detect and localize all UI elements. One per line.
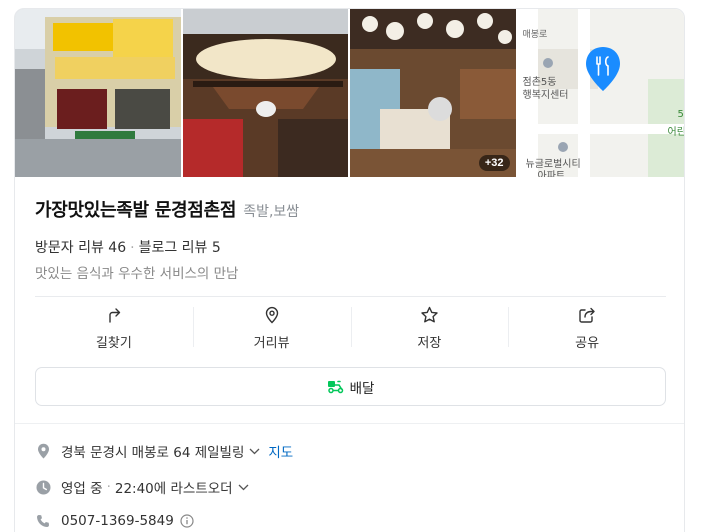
map-label-num: 5 (677, 109, 684, 120)
share-button[interactable]: 공유 (508, 297, 666, 357)
visitor-review-link[interactable]: 방문자 리뷰 46 (35, 240, 126, 256)
review-summary: 방문자 리뷰 46 · 블로그 리뷰 5 (35, 237, 221, 257)
last-order-text[interactable]: 22:40에 라스트오더 (115, 477, 233, 497)
street-view-label: 거리뷰 (253, 335, 290, 351)
share-label: 공유 (575, 335, 600, 351)
map-label-office2: 행복지센터 (522, 90, 569, 101)
separator-dot: · (130, 240, 135, 256)
title-row: 가장맛있는족발 문경점촌점 족발,보쌈 (35, 196, 299, 222)
phone-icon (35, 513, 51, 529)
directions-label: 길찾기 (95, 335, 132, 351)
phone-row: 0507-1369-5849 (35, 513, 194, 529)
separator-dot: · (106, 479, 111, 495)
hours-row: 영업 중 · 22:40에 라스트오더 (35, 477, 249, 497)
save-label: 저장 (417, 335, 442, 351)
photo-storefront[interactable] (15, 9, 181, 177)
delivery-scooter-icon (327, 379, 344, 394)
place-name[interactable]: 가장맛있는족발 문경점촌점 (35, 200, 236, 221)
phone-number[interactable]: 0507-1369-5849 (61, 513, 174, 529)
location-icon (35, 443, 51, 459)
blog-review-link[interactable]: 블로그 리뷰 5 (139, 240, 221, 256)
location-pin-icon (263, 304, 281, 326)
map-thumbnail[interactable]: 매봉로 점촌5동 행복지센터 뉴글로벌시티 아파트 5 어린 (517, 9, 685, 177)
share-icon (578, 304, 596, 326)
delivery-button[interactable]: 배달 (35, 367, 666, 406)
clock-icon (35, 479, 51, 495)
address-text[interactable]: 경북 문경시 매봉로 64 제일빌링 (61, 441, 244, 461)
place-category: 족발,보쌈 (243, 204, 300, 220)
map-label-road: 매봉로 (522, 30, 548, 40)
directions-button[interactable]: 길찾기 (35, 297, 193, 357)
map-pin-icon[interactable] (584, 45, 622, 93)
directions-icon (105, 304, 123, 326)
map-label-child: 어린 (667, 127, 685, 138)
save-button[interactable]: 저장 (350, 297, 509, 357)
photo-interior[interactable]: +32 (350, 9, 516, 177)
chevron-down-icon[interactable] (249, 448, 260, 455)
address-row: 경북 문경시 매봉로 64 제일빌링 지도 (35, 441, 293, 461)
info-icon[interactable] (180, 514, 194, 528)
place-description: 맛있는 음식과 우수한 서비스의 만남 (35, 266, 239, 282)
star-icon (420, 304, 439, 326)
map-label-apt2: 아파트 (537, 171, 566, 177)
business-status: 영업 중 (61, 481, 103, 497)
action-bar: 길찾기 거리뷰 저장 공유 (35, 297, 666, 357)
chevron-down-icon[interactable] (238, 484, 249, 491)
place-card: +32 매봉로 점촌5동 행복지센터 뉴글로벌시티 아파트 5 어린 가장맛있는… (14, 8, 685, 532)
delivery-label: 배달 (349, 380, 375, 397)
photo-signboard[interactable] (182, 9, 348, 177)
street-view-button[interactable]: 거리뷰 (192, 297, 351, 357)
photo-strip: +32 매봉로 점촌5동 행복지센터 뉴글로벌시티 아파트 5 어린 (15, 9, 685, 177)
divider (15, 423, 684, 424)
more-photos-badge[interactable]: +32 (478, 155, 510, 171)
map-link[interactable]: 지도 (268, 441, 293, 461)
